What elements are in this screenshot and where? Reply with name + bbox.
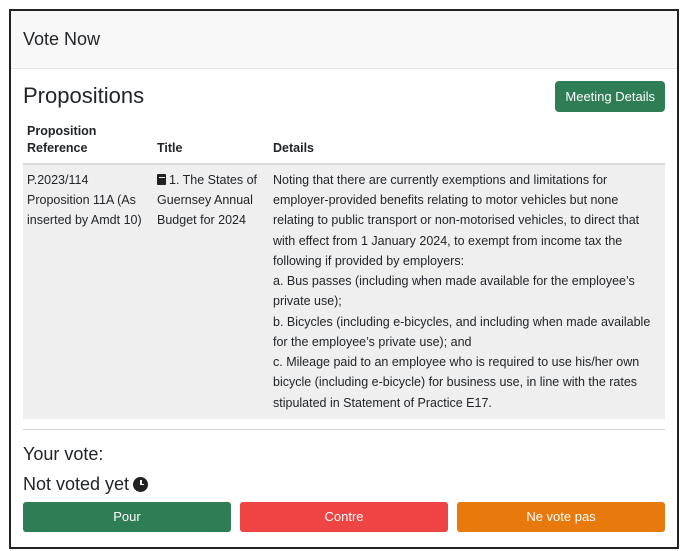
propositions-header: Propositions Meeting Details [23,77,665,115]
column-header-reference-line2: Reference [27,140,88,155]
details-item-a: a. Bus passes (including when made avail… [273,274,635,309]
vote-buttons: Pour Contre Ne vote pas [23,501,665,532]
card-header: Vote Now [11,11,677,69]
propositions-table: Proposition Reference Title Details P.20… [23,119,665,419]
pour-button[interactable]: Pour [23,501,231,532]
details-item-c: c. Mileage paid to an employee who is re… [273,355,640,410]
column-header-reference: Proposition Reference [23,119,153,165]
contre-button[interactable]: Contre [240,501,448,532]
details-item-b: b. Bicycles (including e-bicycles, and i… [273,314,651,349]
vote-status: Not voted yet [23,474,665,495]
column-header-reference-line1: Proposition [27,124,97,138]
table-header-row: Proposition Reference Title Details [23,119,665,165]
page-title: Vote Now [23,29,101,49]
column-header-details: Details [269,119,665,165]
ne-vote-pas-button[interactable]: Ne vote pas [457,501,665,532]
meeting-details-button[interactable]: Meeting Details [555,80,665,112]
propositions-heading: Propositions [23,83,145,108]
vote-status-text: Not voted yet [23,473,130,494]
clock-icon [133,476,149,492]
cell-title-text: 1. The States of Guernsey Annual Budget … [157,172,258,228]
vote-card: Vote Now Propositions Meeting Details Pr… [9,9,679,549]
your-vote-label: Your vote: [23,443,104,464]
divider [23,428,665,430]
cell-details: Noting that there are currently exemptio… [269,163,665,419]
column-header-title: Title [153,119,269,165]
table-row: P.2023/114 Proposition 11A (As inserted … [23,163,665,419]
details-intro: Noting that there are currently exemptio… [273,172,640,268]
card-body: Propositions Meeting Details Proposition… [11,69,677,532]
book-icon [157,173,166,185]
cell-title: 1. The States of Guernsey Annual Budget … [153,163,269,419]
cell-reference: P.2023/114 Proposition 11A (As inserted … [23,163,153,419]
